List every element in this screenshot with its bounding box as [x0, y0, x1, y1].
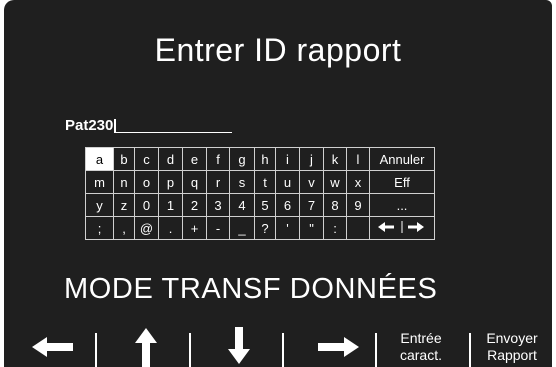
- arrow-down-icon: [228, 327, 250, 364]
- key-4[interactable]: 4: [229, 193, 255, 217]
- key-j[interactable]: j: [299, 147, 324, 171]
- cursor-arrows-icon: [378, 220, 424, 233]
- key-a[interactable]: a: [85, 147, 114, 171]
- arrow-up-icon: [135, 328, 157, 367]
- key-y[interactable]: y: [85, 193, 114, 217]
- keyboard-row: y z 0 1 2 3 4 5 6 7 8 9 ...: [85, 193, 435, 217]
- send-report-softkey[interactable]: Envoyer Rapport: [474, 327, 550, 367]
- key-question[interactable]: ?: [254, 216, 276, 240]
- key-g[interactable]: g: [229, 147, 255, 171]
- softkey-separator: [282, 333, 284, 367]
- send-report-label: Envoyer Rapport: [486, 330, 538, 363]
- key-n[interactable]: n: [113, 170, 135, 194]
- mode-label: MODE TRANSF DONNÉES: [64, 273, 438, 305]
- cancel-key[interactable]: Annuler: [369, 147, 435, 171]
- more-symbols-key[interactable]: ...: [369, 193, 435, 217]
- key-underscore[interactable]: _: [229, 216, 255, 240]
- key-plus[interactable]: +: [182, 216, 207, 240]
- enter-character-label: Entrée caract.: [399, 330, 442, 363]
- key-e[interactable]: e: [182, 147, 207, 171]
- key-o[interactable]: o: [134, 170, 159, 194]
- field-underline: [116, 132, 233, 133]
- key-p[interactable]: p: [158, 170, 183, 194]
- key-h[interactable]: h: [254, 147, 276, 171]
- key-x[interactable]: x: [346, 170, 370, 194]
- key-q[interactable]: q: [182, 170, 207, 194]
- text-cursor: [114, 119, 117, 133]
- key-6[interactable]: 6: [275, 193, 300, 217]
- keyboard-row: m n o p q r s t u v w x Eff: [85, 170, 435, 194]
- key-period[interactable]: .: [158, 216, 183, 240]
- report-id-value: Pat230: [65, 117, 114, 134]
- key-8[interactable]: 8: [323, 193, 347, 217]
- key-i[interactable]: i: [275, 147, 300, 171]
- keyboard-row: ; , @ . + - _ ? ' " :: [85, 216, 435, 240]
- key-s[interactable]: s: [229, 170, 255, 194]
- report-id-field[interactable]: Pat230: [65, 117, 233, 134]
- softkey-right[interactable]: [309, 327, 369, 367]
- key-7[interactable]: 7: [299, 193, 324, 217]
- softkey-separator: [375, 333, 377, 367]
- cursor-arrows-key[interactable]: [369, 216, 435, 240]
- key-b[interactable]: b: [113, 147, 135, 171]
- key-9[interactable]: 9: [346, 193, 370, 217]
- key-3[interactable]: 3: [206, 193, 230, 217]
- key-quote[interactable]: ": [299, 216, 324, 240]
- key-minus[interactable]: -: [206, 216, 230, 240]
- on-screen-keyboard: a b c d e f g h i j k l Annuler m n o p …: [85, 147, 435, 240]
- key-semicolon[interactable]: ;: [85, 216, 114, 240]
- key-l[interactable]: l: [346, 147, 370, 171]
- key-r[interactable]: r: [206, 170, 230, 194]
- key-colon[interactable]: :: [323, 216, 347, 240]
- key-w[interactable]: w: [323, 170, 347, 194]
- softkey-bar: Entrée caract. Envoyer Rapport: [4, 327, 552, 367]
- key-apostrophe[interactable]: ': [275, 216, 300, 240]
- key-d[interactable]: d: [158, 147, 183, 171]
- key-v[interactable]: v: [299, 170, 324, 194]
- key-k[interactable]: k: [323, 147, 347, 171]
- device-screen: Entrer ID rapport Pat230 a b c d e f g h…: [4, 0, 552, 367]
- key-u[interactable]: u: [275, 170, 300, 194]
- key-5[interactable]: 5: [254, 193, 276, 217]
- key-t[interactable]: t: [254, 170, 276, 194]
- arrow-left-icon: [32, 337, 73, 357]
- softkey-left[interactable]: [22, 327, 82, 367]
- softkey-down[interactable]: [209, 327, 269, 367]
- page-title: Entrer ID rapport: [154, 32, 402, 68]
- softkey-separator: [95, 333, 97, 367]
- key-0[interactable]: 0: [134, 193, 159, 217]
- key-c[interactable]: c: [134, 147, 159, 171]
- keyboard-row: a b c d e f g h i j k l Annuler: [85, 147, 435, 171]
- key-comma[interactable]: ,: [113, 216, 135, 240]
- key-space[interactable]: [346, 216, 370, 240]
- key-z[interactable]: z: [113, 193, 135, 217]
- key-1[interactable]: 1: [158, 193, 183, 217]
- arrow-right-icon: [318, 337, 359, 357]
- key-2[interactable]: 2: [182, 193, 207, 217]
- enter-character-softkey[interactable]: Entrée caract.: [382, 327, 460, 367]
- delete-key[interactable]: Eff: [369, 170, 435, 194]
- softkey-separator: [469, 333, 471, 367]
- key-m[interactable]: m: [85, 170, 114, 194]
- key-f[interactable]: f: [206, 147, 230, 171]
- key-at[interactable]: @: [134, 216, 159, 240]
- softkey-separator: [189, 333, 191, 367]
- softkey-up[interactable]: [116, 327, 176, 367]
